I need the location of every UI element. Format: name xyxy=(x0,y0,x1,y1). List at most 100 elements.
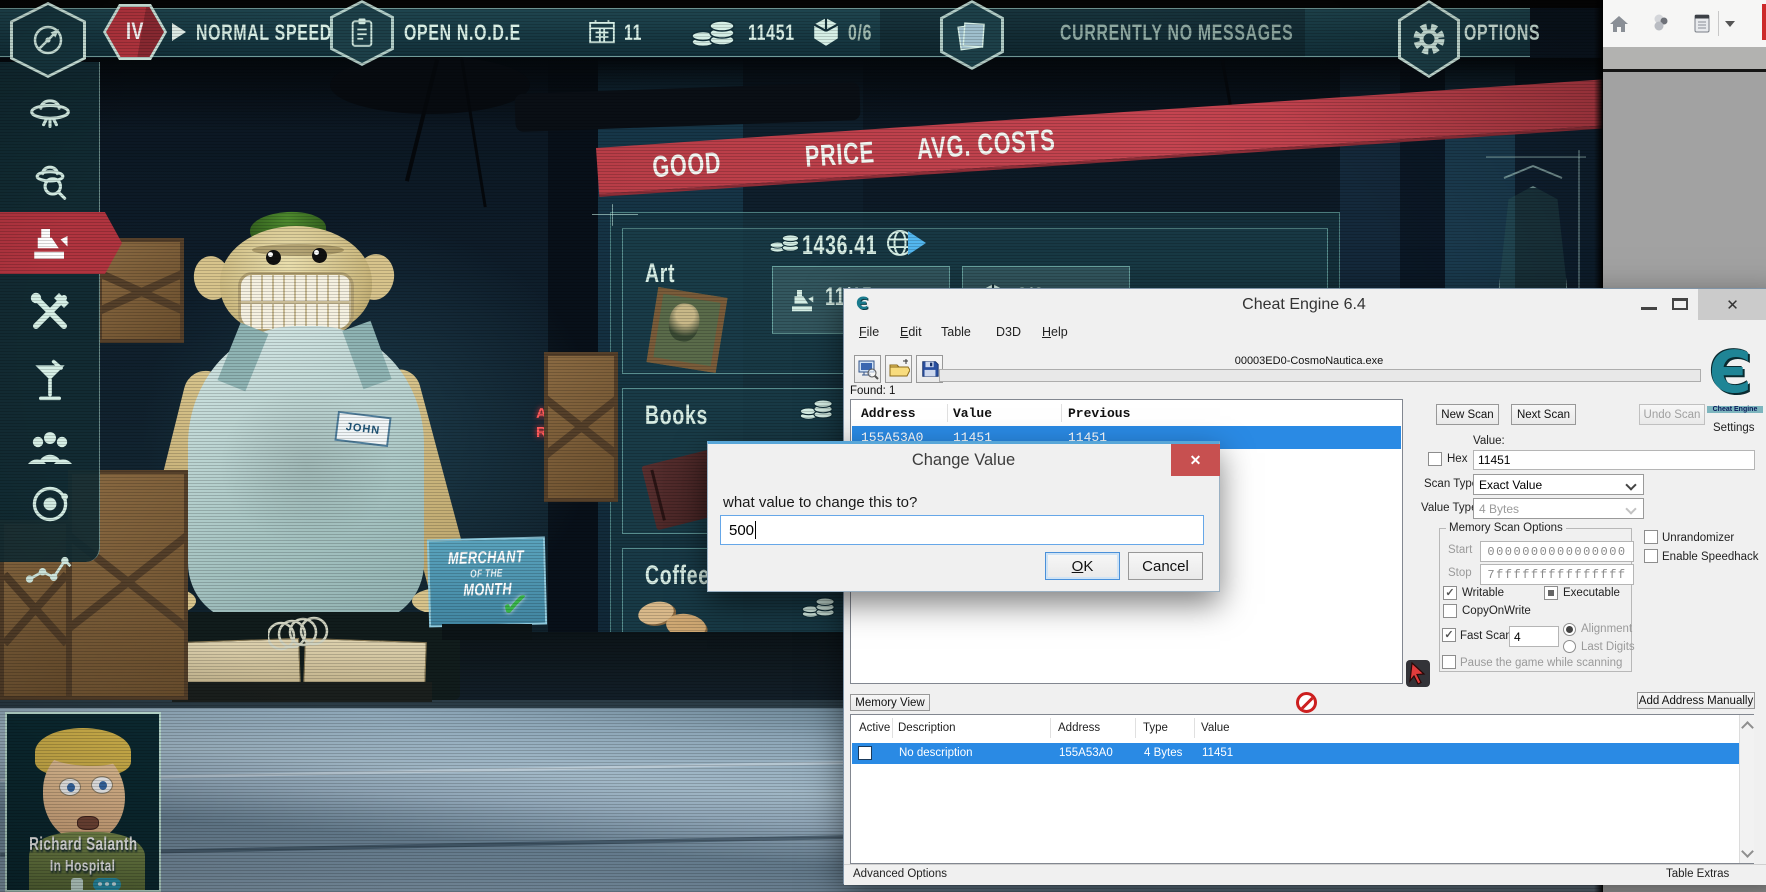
stop-label: Stop xyxy=(1448,567,1472,579)
found-header-value[interactable]: Value xyxy=(953,406,992,421)
advanced-options-link[interactable]: Advanced Options xyxy=(853,868,947,880)
undo-scan-button[interactable]: Undo Scan xyxy=(1639,404,1705,425)
sidebar-item-starmap[interactable] xyxy=(24,545,76,591)
addr-header-active[interactable]: Active xyxy=(859,722,890,734)
sidebar-item-ship[interactable] xyxy=(28,88,72,132)
new-scan-button[interactable]: New Scan xyxy=(1436,404,1499,425)
menu-table[interactable]: Table xyxy=(941,325,971,339)
addr-header-address[interactable]: Address xyxy=(1058,722,1100,734)
found-header-previous[interactable]: Previous xyxy=(1068,406,1130,421)
found-count: Found: 1 xyxy=(850,385,895,397)
ce-title-bar[interactable]: Є Cheat Engine 6.4 ✕ xyxy=(844,289,1766,320)
alignment-label: Alignment xyxy=(1581,623,1632,635)
address-list-scrollbar[interactable] xyxy=(1739,715,1754,863)
value-label: Value: xyxy=(1473,435,1505,447)
notes-icon[interactable] xyxy=(1693,12,1711,34)
portrait-trinket xyxy=(71,878,83,892)
panel-tick xyxy=(612,204,613,226)
column-header-good: GOOD xyxy=(651,145,749,185)
stop-input[interactable]: 7fffffffffffffff xyxy=(1480,564,1634,585)
cash-register-icon xyxy=(26,222,74,264)
scan-type-dropdown[interactable]: Exact Value xyxy=(1473,474,1644,495)
open-table-button[interactable] xyxy=(885,355,912,383)
good-name: Books xyxy=(645,400,733,431)
address-row-selected[interactable]: No description 155A53A0 4 Bytes 11451 xyxy=(852,743,1739,764)
table-extras-link[interactable]: Table Extras xyxy=(1666,868,1729,880)
merchant-body xyxy=(188,326,424,622)
sidebar-item-bar[interactable] xyxy=(28,356,72,404)
select-process-button[interactable] xyxy=(854,355,881,383)
scan-value-input[interactable]: 11451 xyxy=(1473,450,1755,470)
people-icon[interactable] xyxy=(1650,12,1672,34)
bottle-outline xyxy=(1498,186,1568,296)
sidebar-item-scan[interactable] xyxy=(28,158,72,202)
unrandomizer-checkbox[interactable] xyxy=(1644,530,1658,544)
menu-edit[interactable]: Edit xyxy=(900,325,922,339)
value-type-dropdown[interactable]: 4 Bytes xyxy=(1473,498,1644,519)
options-label: OPTIONS xyxy=(1464,20,1570,46)
pause-game-checkbox[interactable] xyxy=(1442,655,1456,669)
dialog-title-bar[interactable]: Change Value ✕ xyxy=(708,444,1219,477)
cargo-counter: 0/6 xyxy=(848,20,882,46)
minimize-button[interactable] xyxy=(1634,289,1664,320)
sidebar-item-repair[interactable] xyxy=(26,288,74,336)
sidebar-item-system[interactable] xyxy=(28,482,72,526)
last-digits-radio[interactable] xyxy=(1563,640,1576,653)
cancel-button[interactable]: Cancel xyxy=(1128,552,1203,580)
mouse-cursor xyxy=(1406,660,1430,687)
portrait-badge xyxy=(93,878,121,891)
text-caret xyxy=(755,521,756,539)
background-toolbar xyxy=(1603,0,1766,48)
fast-scan-checkbox[interactable]: ✓ xyxy=(1442,628,1456,642)
no-entry-icon xyxy=(1296,692,1317,713)
fast-scan-label: Fast Scan xyxy=(1460,630,1512,642)
memory-view-button[interactable]: Memory View xyxy=(850,694,930,711)
menu-d3d[interactable]: D3D xyxy=(996,325,1021,339)
hex-checkbox[interactable] xyxy=(1428,452,1442,466)
crew-portrait-card[interactable]: Richard Salanth In Hospital xyxy=(5,712,161,892)
node-label: OPEN N.O.D.E xyxy=(404,20,566,46)
art-item-image xyxy=(646,287,727,373)
start-input[interactable]: 0000000000000000 xyxy=(1480,541,1634,562)
sidebar-item-crew[interactable] xyxy=(26,424,74,468)
addr-header-description[interactable]: Description xyxy=(898,722,956,734)
scroll-up-icon[interactable] xyxy=(1741,721,1754,734)
menu-file[interactable]: File xyxy=(859,325,879,339)
dialog-value-input[interactable]: 500 xyxy=(720,515,1204,545)
scroll-down-icon[interactable] xyxy=(1741,845,1754,858)
home-icon[interactable] xyxy=(1609,15,1629,33)
ok-button[interactable]: OK xyxy=(1045,552,1120,580)
merchant-name: JOHN xyxy=(345,421,381,437)
coins-icon xyxy=(688,16,740,50)
addr-header-type[interactable]: Type xyxy=(1143,722,1168,734)
close-button[interactable]: ✕ xyxy=(1698,289,1766,320)
settings-label[interactable]: Settings xyxy=(1713,422,1755,434)
chevron-down-icon[interactable] xyxy=(1725,21,1735,27)
address-list[interactable]: Active Description Address Type Value No… xyxy=(850,714,1754,864)
play-icon[interactable] xyxy=(172,23,186,41)
dialog-close-button[interactable]: ✕ xyxy=(1171,444,1220,476)
column-header-price: PRICE xyxy=(804,134,903,174)
address-row-address: 155A53A0 xyxy=(1059,747,1113,759)
found-header-address[interactable]: Address xyxy=(861,406,916,421)
address-active-checkbox[interactable] xyxy=(858,746,872,760)
sidebar-item-trade-selected[interactable] xyxy=(0,212,122,274)
good-name: Art xyxy=(645,258,687,289)
executable-checkbox[interactable] xyxy=(1544,586,1558,600)
bottle-chevron xyxy=(1500,162,1566,180)
speed-stage: IV xyxy=(123,18,147,46)
ce-menu-bar: File Edit Table D3D Help xyxy=(844,322,1766,346)
add-address-manually-button[interactable]: Add Address Manually xyxy=(1637,692,1755,709)
maximize-button[interactable] xyxy=(1666,289,1696,320)
ce-logo[interactable]: Є Cheat Engine xyxy=(1707,349,1763,424)
next-scan-button[interactable]: Next Scan xyxy=(1511,404,1576,425)
addr-header-value[interactable]: Value xyxy=(1201,722,1230,734)
alignment-radio[interactable] xyxy=(1563,623,1576,636)
fast-scan-value-input[interactable]: 4 xyxy=(1509,626,1559,647)
speedhack-checkbox[interactable] xyxy=(1644,549,1658,563)
portrait-name: Richard Salanth xyxy=(7,834,159,855)
trend-arrow-icon xyxy=(908,231,926,255)
copyonwrite-checkbox[interactable] xyxy=(1443,604,1457,618)
writable-checkbox[interactable]: ✓ xyxy=(1443,586,1457,600)
menu-help[interactable]: Help xyxy=(1042,325,1068,339)
